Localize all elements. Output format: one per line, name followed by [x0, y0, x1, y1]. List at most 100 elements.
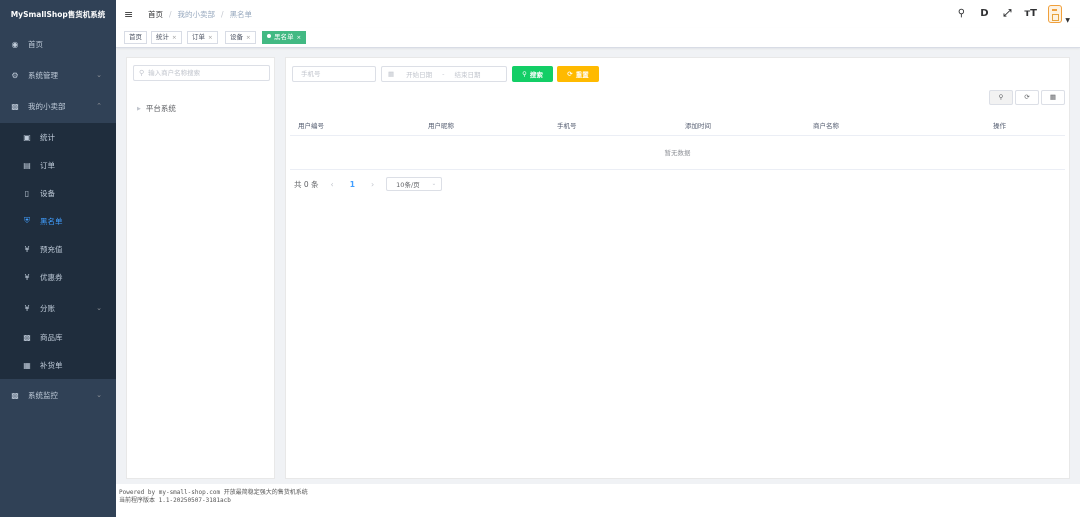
footer-tagline: 开放最简稳定强大的售货机系统: [223, 489, 308, 496]
tag-home[interactable]: 首页: [124, 31, 147, 44]
merchant-search-input[interactable]: [148, 69, 259, 77]
sidebar-item-label: 黑名单: [40, 216, 63, 226]
page-size-select[interactable]: 10条/页 ⌄: [386, 177, 443, 191]
sidebar-item-label: 优惠券: [40, 272, 63, 282]
sidebar-item-label: 统计: [40, 132, 55, 142]
column-header: 用户昵称: [428, 122, 454, 130]
close-icon[interactable]: ×: [297, 35, 302, 41]
tag-devices[interactable]: 设备 ×: [225, 31, 256, 44]
order-icon: ▤: [23, 160, 31, 170]
tree-node-platform[interactable]: ▶ 平台系统: [137, 103, 176, 114]
breadcrumb-item[interactable]: 我的小卖部: [178, 9, 216, 20]
refresh-button[interactable]: ⟳: [1015, 90, 1039, 105]
sidebar-item-label: 首页: [28, 39, 43, 49]
device-icon: ▯: [24, 188, 30, 198]
cart-icon: ▩: [23, 332, 31, 342]
grid-icon: ▦: [1049, 93, 1057, 101]
calendar-icon: ▦: [388, 70, 395, 78]
merchant-tree-panel: ⚲ ▶ 平台系统: [126, 57, 275, 479]
app-title: MySmallShop售货机系统: [10, 10, 106, 19]
footer-powered-by: Powered by my-small-shop.com: [119, 489, 221, 496]
sidebar-item-system-management[interactable]: ⚙ 系统管理 ⌄: [0, 61, 116, 89]
date-range-picker[interactable]: ▦ 开始日期 - 结束日期: [381, 66, 507, 82]
phone-field[interactable]: [292, 66, 376, 82]
chevron-down-icon: ⌄: [96, 304, 102, 312]
chevron-right-icon[interactable]: ›: [371, 180, 374, 189]
hamburger-icon[interactable]: ≡: [124, 8, 136, 21]
close-icon[interactable]: ×: [208, 35, 213, 41]
sidebar-item-devices[interactable]: ▯ 设备: [0, 179, 116, 207]
cart-icon: ▩: [11, 101, 19, 111]
table-header: 用户编号 用户昵称 手机号 添加时间 商户名称 操作: [290, 116, 1065, 136]
empty-state: 暂无数据: [290, 137, 1065, 170]
page-number[interactable]: 1: [350, 180, 355, 189]
toggle-search-button[interactable]: ⚲: [989, 90, 1013, 105]
sidebar-item-orders[interactable]: ▤ 订单: [0, 151, 116, 179]
search-icon: ⚲: [139, 69, 145, 77]
dashboard-icon: ◉: [11, 39, 19, 49]
chevron-up-icon: ⌃: [96, 102, 102, 110]
start-date-input[interactable]: 开始日期: [406, 69, 432, 79]
column-header: 商户名称: [813, 122, 839, 130]
sidebar-item-product-library[interactable]: ▩ 商品库: [0, 323, 116, 351]
columns-button[interactable]: ▦: [1041, 90, 1065, 105]
caret-down-icon[interactable]: ▼: [1065, 17, 1070, 24]
tag-orders[interactable]: 订单 ×: [187, 31, 218, 44]
sidebar-item-label: 设备: [40, 188, 55, 198]
sidebar-item-my-shop[interactable]: ▩ 我的小卖部 ⌃: [0, 92, 116, 120]
reset-button[interactable]: ⟳ 重置: [557, 66, 599, 82]
footer-version: 1.1-20250507-3181acb: [158, 497, 231, 504]
tag-statistics[interactable]: 统计 ×: [151, 31, 182, 44]
sidebar-item-coupons[interactable]: ¥ 优惠券: [0, 263, 116, 291]
table-toolbar: ⚲ ⟳ ▦: [987, 90, 1065, 105]
calendar-icon: ▦: [23, 360, 31, 370]
sidebar-item-system-monitor[interactable]: ▩ 系统监控 ⌄: [0, 381, 116, 409]
refresh-icon: ⟳: [1024, 93, 1030, 101]
monitor-icon: ▩: [11, 390, 19, 400]
search-icon[interactable]: ⚲: [955, 8, 967, 20]
font-size-icon[interactable]: ᴛT: [1024, 8, 1037, 20]
chart-icon: ▣: [23, 132, 31, 142]
search-icon: ⚲: [522, 70, 527, 78]
sidebar-item-label: 商品库: [40, 332, 63, 342]
chevron-left-icon[interactable]: ‹: [331, 180, 334, 189]
end-date-input[interactable]: 结束日期: [455, 69, 481, 79]
footer-version-label: 当前程序版本: [119, 497, 156, 504]
sidebar-item-label: 分账: [40, 303, 55, 313]
tag-blacklist[interactable]: 黑名单 ×: [262, 31, 307, 44]
pagination-total: 共 0 条: [294, 179, 319, 189]
avatar[interactable]: [1048, 5, 1063, 23]
column-header: 添加时间: [685, 122, 711, 130]
phone-input[interactable]: [293, 70, 375, 78]
sidebar: MySmallShop售货机系统 ◉ 首页 ⚙ 系统管理 ⌄ ▩ 我的小卖部 ⌃…: [0, 0, 116, 517]
close-icon[interactable]: ×: [172, 35, 177, 41]
sidebar-item-statistics[interactable]: ▣ 统计: [0, 123, 116, 151]
gear-icon: ⚙: [11, 70, 19, 80]
close-icon[interactable]: ×: [246, 35, 251, 41]
pagination: 共 0 条 ‹ 1 › 10条/页 ⌄: [294, 177, 443, 191]
yen-icon: ¥: [24, 244, 30, 254]
column-header: 用户编号: [298, 122, 324, 130]
sidebar-item-label: 系统监控: [28, 390, 58, 400]
breadcrumb-item[interactable]: 首页: [148, 9, 163, 20]
caret-right-icon[interactable]: ▶: [137, 106, 141, 112]
yen-icon: ¥: [24, 303, 30, 313]
sidebar-item-prepaid[interactable]: ¥ 预充值: [0, 235, 116, 263]
sidebar-item-split-account[interactable]: ¥ 分账 ⌄: [0, 294, 116, 322]
chevron-down-icon: ⌄: [96, 391, 102, 399]
sidebar-item-blacklist[interactable]: ⛨ 黑名单: [0, 207, 116, 235]
top-navbar: ≡ 首页 / 我的小卖部 / 黑名单 ⚲ D ⤢ ᴛT ▼: [116, 0, 1080, 28]
sidebar-item-label: 我的小卖部: [28, 101, 66, 111]
range-separator: -: [442, 70, 445, 78]
sidebar-item-home[interactable]: ◉ 首页: [0, 30, 116, 58]
blacklist-panel: ▦ 开始日期 - 结束日期 ⚲ 搜索 ⟳ 重置 ⚲ ⟳ ▦ 用户编号 用户昵称 …: [285, 57, 1070, 479]
sidebar-item-label: 系统管理: [28, 70, 58, 80]
breadcrumb: 首页 / 我的小卖部 / 黑名单: [148, 9, 253, 20]
shield-icon: ⛨: [24, 216, 30, 225]
search-button[interactable]: ⚲ 搜索: [512, 66, 553, 82]
merchant-search-field[interactable]: ⚲: [133, 65, 270, 81]
fullscreen-icon[interactable]: ⤢: [1001, 8, 1013, 20]
docs-icon[interactable]: D: [978, 8, 990, 20]
sidebar-item-restock[interactable]: ▦ 补货单: [0, 351, 116, 379]
navbar-tools: ⚲ D ⤢ ᴛT ▼: [944, 0, 1070, 28]
